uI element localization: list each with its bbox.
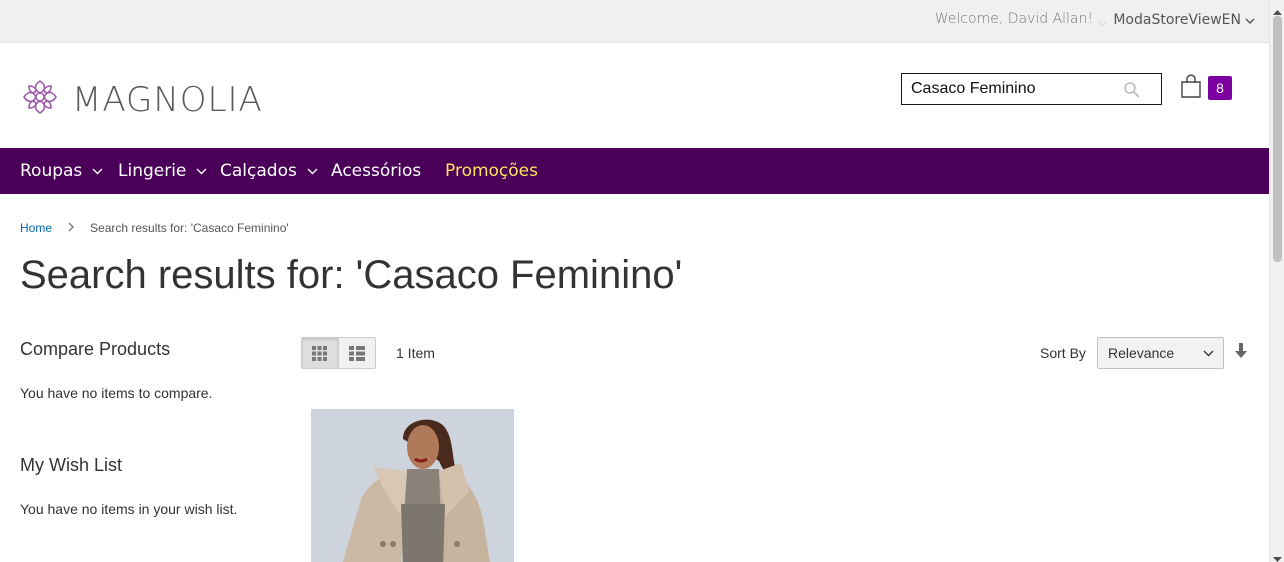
- chevron-down-icon: [1098, 14, 1107, 32]
- welcome-message: Welcome, David Allan!: [934, 11, 1093, 27]
- sort-by-label: Sort By: [1040, 345, 1086, 361]
- sort-by-select[interactable]: Relevance: [1097, 337, 1224, 369]
- list-view-icon: [348, 345, 365, 361]
- site-logo[interactable]: MAGNOLIA: [20, 77, 263, 122]
- nav-item-label: Lingerie: [118, 161, 187, 181]
- nav-item-promocoes[interactable]: Promoções: [445, 148, 538, 194]
- nav-item-label: Promoções: [445, 161, 538, 181]
- scroll-down-arrow-icon[interactable]: [1273, 550, 1282, 562]
- sort-direction-button[interactable]: [1235, 343, 1247, 359]
- view-mode-switcher: [301, 337, 376, 369]
- page-scrollbar[interactable]: [1269, 0, 1284, 562]
- chevron-down-icon: [196, 168, 207, 174]
- chevron-down-icon: [1245, 12, 1255, 28]
- top-bar: Welcome, David Allan! ModaStoreViewEN: [0, 0, 1269, 43]
- breadcrumb: Home Search results for: 'Casaco Feminin…: [20, 221, 289, 235]
- sort-by-value: Relevance: [1108, 345, 1175, 361]
- search-icon[interactable]: [1123, 81, 1141, 99]
- grid-view-icon: [312, 345, 328, 361]
- wishlist-title: My Wish List: [20, 455, 123, 475]
- chevron-down-icon: [1203, 350, 1214, 357]
- logo-text: MAGNOLIA: [72, 79, 263, 120]
- nav-item-label: Calçados: [220, 161, 297, 181]
- page: Welcome, David Allan! ModaStoreViewEN MA…: [0, 0, 1269, 562]
- nav-item-calcados[interactable]: Calçados: [220, 148, 318, 194]
- search-box: [901, 73, 1162, 105]
- product-image[interactable]: [311, 409, 514, 562]
- magnolia-logo-icon: [20, 77, 60, 122]
- nav-item-label: Acessórios: [331, 161, 422, 181]
- compare-products-title: Compare Products: [20, 339, 171, 359]
- mini-cart[interactable]: 8: [1178, 73, 1234, 103]
- sort-arrow-down-icon: [1235, 343, 1247, 358]
- list-view-button[interactable]: [339, 338, 376, 368]
- breadcrumb-current: Search results for: 'Casaco Feminino': [90, 221, 289, 235]
- breadcrumb-home-link[interactable]: Home: [20, 221, 52, 235]
- nav-item-lingerie[interactable]: Lingerie: [118, 148, 207, 194]
- compare-empty-text: You have no items to compare.: [20, 385, 213, 401]
- toolbar-item-count: 1 Item: [396, 345, 435, 361]
- nav-item-acessorios[interactable]: Acessórios: [331, 148, 421, 194]
- scrollbar-thumb[interactable]: [1273, 16, 1282, 262]
- chevron-down-icon: [92, 168, 103, 174]
- chevron-down-icon: [307, 168, 318, 174]
- store-view-label: ModaStoreViewEN: [1113, 12, 1241, 28]
- grid-view-button[interactable]: [302, 338, 339, 368]
- cart-count-badge: 8: [1208, 76, 1232, 100]
- wishlist-empty-text: You have no items in your wish list.: [20, 501, 238, 517]
- chevron-right-icon: [68, 221, 74, 235]
- search-input[interactable]: [902, 74, 1117, 104]
- main-navigation: Roupas Lingerie Calçados Acessórios Prom…: [0, 148, 1269, 194]
- product-photo-woman-coat-icon: [311, 409, 514, 562]
- scroll-up-arrow-icon[interactable]: [1273, 3, 1282, 15]
- nav-item-roupas[interactable]: Roupas: [20, 148, 103, 194]
- nav-item-label: Roupas: [20, 161, 83, 181]
- store-view-switcher[interactable]: ModaStoreViewEN: [1113, 12, 1255, 28]
- page-title: Search results for: 'Casaco Feminino': [20, 253, 683, 297]
